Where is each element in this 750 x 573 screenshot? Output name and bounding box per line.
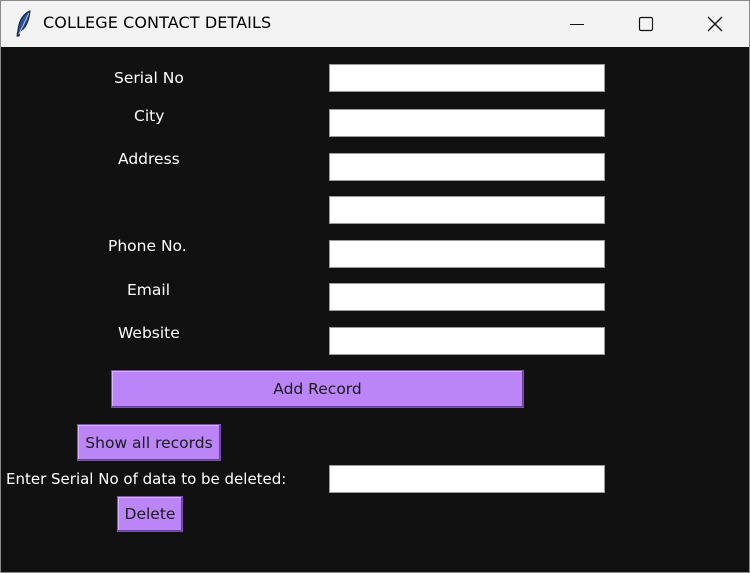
maximize-button[interactable] [612,1,680,47]
serial-no-input[interactable] [329,64,605,92]
minimize-icon [570,24,584,25]
email-label: Email [127,281,171,299]
title-bar[interactable]: COLLEGE CONTACT DETAILS [1,1,749,47]
address-label: Address [118,150,180,168]
serial-no-label: Serial No [114,69,184,87]
delete-serial-input[interactable] [329,465,605,493]
delete-button[interactable]: Delete [117,496,183,532]
maximize-icon [638,16,654,32]
email-input[interactable] [329,283,605,311]
close-icon [707,16,723,32]
window-title: COLLEGE CONTACT DETAILS [43,13,272,32]
city-label: City [134,107,165,125]
website-label: Website [118,324,180,342]
minimize-button[interactable] [543,1,611,47]
delete-serial-prompt: Enter Serial No of data to be deleted: [6,470,287,488]
feather-icon [15,10,33,38]
app-window: COLLEGE CONTACT DETAILS Serial No City A… [0,0,750,573]
website-input[interactable] [329,327,605,355]
address-line2-input[interactable] [329,196,605,224]
phone-label: Phone No. [108,237,187,255]
close-button[interactable] [681,1,749,47]
city-input[interactable] [329,109,605,137]
address-line1-input[interactable] [329,153,605,181]
show-all-records-button[interactable]: Show all records [77,424,221,461]
add-record-button[interactable]: Add Record [111,370,524,408]
phone-input[interactable] [329,240,605,268]
